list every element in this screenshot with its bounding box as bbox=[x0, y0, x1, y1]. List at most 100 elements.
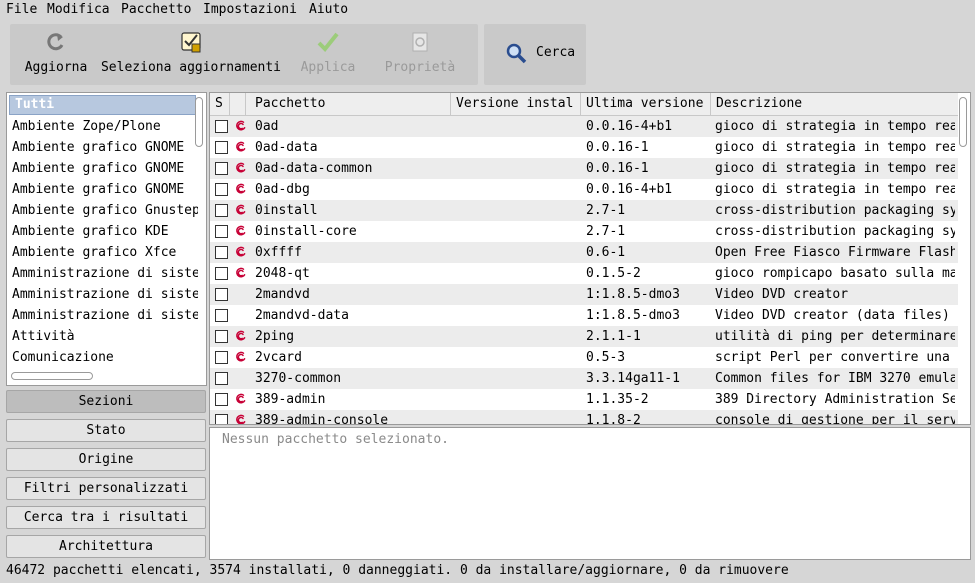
installed-version bbox=[456, 389, 576, 410]
package-checkbox[interactable] bbox=[215, 246, 228, 259]
debian-icon bbox=[236, 120, 246, 131]
section-list-vscrollbar[interactable] bbox=[195, 97, 203, 147]
latest-version: 2.7-1 bbox=[586, 203, 626, 218]
section-item[interactable]: Attività bbox=[7, 326, 198, 347]
section-item[interactable]: Ambiente grafico GNOME bbox=[7, 137, 198, 158]
package-name: 0install-core bbox=[255, 224, 357, 239]
architecture-filter-button[interactable]: Architettura bbox=[6, 535, 206, 558]
package-name: 0ad-dbg bbox=[255, 182, 310, 197]
package-checkbox[interactable] bbox=[215, 183, 228, 196]
package-list[interactable]: S Pacchetto Versione instal Ultima versi… bbox=[209, 92, 971, 425]
apply-button[interactable]: Applica bbox=[292, 24, 364, 85]
menu-modifica[interactable]: Modifica bbox=[47, 2, 110, 17]
main-toolbar: Aggiorna Seleziona aggiornamenti Applica… bbox=[10, 24, 478, 85]
reload-button[interactable]: Aggiorna bbox=[16, 24, 96, 85]
menu-bar: File Modifica Pacchetto Impostazioni Aiu… bbox=[0, 0, 975, 21]
package-list-vscrollbar[interactable] bbox=[959, 97, 967, 147]
table-row[interactable]: 0install 2.7-1 cross-distribution packagin… bbox=[210, 200, 958, 221]
package-description: gioco di strategia in tempo reale bbox=[715, 182, 955, 197]
package-description: utilità di ping per determinare bbox=[715, 329, 955, 344]
section-item[interactable]: Ambiente grafico GNOME bbox=[7, 179, 198, 200]
status-filter-button[interactable]: Stato bbox=[6, 419, 206, 442]
origin-filter-button[interactable]: Origine bbox=[6, 448, 206, 471]
package-description: cross-distribution packaging system bbox=[715, 224, 955, 239]
package-checkbox[interactable] bbox=[215, 204, 228, 217]
package-name: 0ad bbox=[255, 119, 279, 134]
section-item[interactable]: Comunicazione bbox=[7, 347, 198, 368]
column-header-package[interactable]: Pacchetto bbox=[250, 93, 451, 115]
column-header-description[interactable]: Descrizione bbox=[711, 93, 958, 115]
package-checkbox[interactable] bbox=[215, 414, 228, 424]
table-row[interactable]: 3270-common 3.3.14ga11-1 Common files for … bbox=[210, 368, 958, 389]
section-list[interactable]: Tutti Ambiente Zope/Plone Ambiente grafi… bbox=[6, 92, 207, 386]
package-description: gioco di strategia in tempo reale bbox=[715, 140, 955, 155]
properties-button[interactable]: Proprietà bbox=[376, 24, 464, 85]
debian-icon bbox=[236, 267, 246, 278]
package-description: console di gestione per il server bbox=[715, 413, 955, 425]
column-header-installed-version[interactable]: Versione instal bbox=[451, 93, 581, 115]
table-row[interactable]: 0ad-dbg 0.0.16-4+b1 gioco di strategia in … bbox=[210, 179, 958, 200]
menu-impostazioni[interactable]: Impostazioni bbox=[203, 2, 297, 17]
table-row[interactable]: 2mandvd-data 1:1.8.5-dmo3 Video DVD creato… bbox=[210, 305, 958, 326]
select-updates-button[interactable]: Seleziona aggiornamenti bbox=[98, 24, 284, 85]
section-item[interactable]: Ambiente grafico GNOME bbox=[7, 158, 198, 179]
table-row[interactable]: 389-admin-console 1.1.8-2 console di gesti… bbox=[210, 410, 958, 425]
package-description: cross-distribution packaging system bbox=[715, 203, 955, 218]
menu-pacchetto[interactable]: Pacchetto bbox=[121, 2, 191, 17]
latest-version: 1.1.8-2 bbox=[586, 413, 641, 425]
package-checkbox[interactable] bbox=[215, 330, 228, 343]
package-checkbox[interactable] bbox=[215, 372, 228, 385]
column-header-status[interactable]: S bbox=[210, 93, 230, 115]
search-results-filter-button[interactable]: Cerca tra i risultati bbox=[6, 506, 206, 529]
table-row[interactable]: 0ad 0.0.16-4+b1 gioco di strategia in temp… bbox=[210, 116, 958, 137]
column-header-origin[interactable] bbox=[230, 93, 246, 115]
package-checkbox[interactable] bbox=[215, 162, 228, 175]
column-header-latest-version[interactable]: Ultima versione bbox=[581, 93, 711, 115]
section-list-hscrollbar[interactable] bbox=[11, 372, 93, 380]
properties-label: Proprietà bbox=[384, 60, 456, 75]
table-row[interactable]: 2mandvd 1:1.8.5-dmo3 Video DVD creator bbox=[210, 284, 958, 305]
search-button[interactable]: Cerca bbox=[502, 24, 582, 85]
table-row[interactable]: 2048-qt 0.1.5-2 gioco rompicapo basato sul… bbox=[210, 263, 958, 284]
section-item[interactable]: Amministrazione di sistema bbox=[7, 284, 198, 305]
package-description: gioco di strategia in tempo reale bbox=[715, 119, 955, 134]
reload-label: Aggiorna bbox=[24, 60, 88, 75]
detail-placeholder: Nessun pacchetto selezionato. bbox=[222, 432, 449, 447]
table-row[interactable]: 0xffff 0.6-1 Open Free Fiasco Firmware Fla… bbox=[210, 242, 958, 263]
package-checkbox[interactable] bbox=[215, 393, 228, 406]
package-checkbox[interactable] bbox=[215, 309, 228, 322]
table-row[interactable]: 0ad-data 0.0.16-1 gioco di strategia in te… bbox=[210, 137, 958, 158]
package-checkbox[interactable] bbox=[215, 351, 228, 364]
section-item[interactable]: Amministrazione di sistema bbox=[7, 263, 198, 284]
status-bar: 46472 pacchetti elencati, 3574 installat… bbox=[6, 563, 789, 578]
package-description: gioco di strategia in tempo reale bbox=[715, 161, 955, 176]
package-name: 2mandvd-data bbox=[255, 308, 349, 323]
section-item[interactable]: Ambiente grafico KDE bbox=[7, 221, 198, 242]
table-row[interactable]: 2ping 2.1.1-1 utilità di ping per determin… bbox=[210, 326, 958, 347]
table-row[interactable]: 0install-core 2.7-1 cross-distribution pac… bbox=[210, 221, 958, 242]
custom-filters-button[interactable]: Filtri personalizzati bbox=[6, 477, 206, 500]
installed-version bbox=[456, 116, 576, 137]
section-item[interactable]: Ambiente grafico Xfce bbox=[7, 242, 198, 263]
package-checkbox[interactable] bbox=[215, 225, 228, 238]
package-checkbox[interactable] bbox=[215, 267, 228, 280]
section-item[interactable]: Tutti bbox=[9, 95, 196, 115]
table-row[interactable]: 0ad-data-common 0.0.16-1 gioco di strategi… bbox=[210, 158, 958, 179]
package-checkbox[interactable] bbox=[215, 141, 228, 154]
section-item[interactable]: Amministrazione di sistema bbox=[7, 305, 198, 326]
package-checkbox[interactable] bbox=[215, 120, 228, 133]
section-item[interactable]: Ambiente grafico Gnustep bbox=[7, 200, 198, 221]
table-row[interactable]: 389-admin 1.1.35-2 389 Directory Administr… bbox=[210, 389, 958, 410]
package-name: 2vcard bbox=[255, 350, 302, 365]
latest-version: 2.7-1 bbox=[586, 224, 626, 239]
table-row[interactable]: 2vcard 0.5-3 script Perl per convertire un… bbox=[210, 347, 958, 368]
package-description: gioco rompicapo basato sulla matematica bbox=[715, 266, 955, 281]
debian-icon bbox=[236, 414, 246, 424]
package-checkbox[interactable] bbox=[215, 288, 228, 301]
section-item[interactable]: Ambiente Zope/Plone bbox=[7, 116, 198, 137]
sections-filter-button[interactable]: Sezioni bbox=[6, 390, 206, 413]
menu-aiuto[interactable]: Aiuto bbox=[309, 2, 348, 17]
menu-file[interactable]: File bbox=[6, 2, 37, 17]
latest-version: 2.1.1-1 bbox=[586, 329, 641, 344]
package-description: Common files for IBM 3270 emulators bbox=[715, 371, 955, 386]
